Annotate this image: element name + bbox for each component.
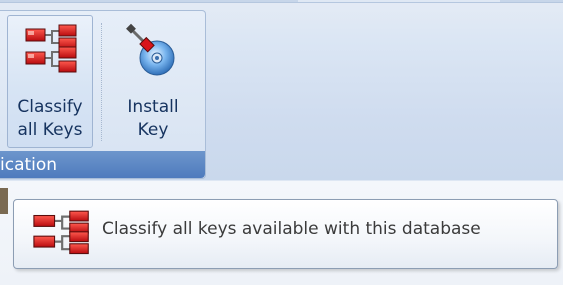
- install-button-label-line1: Install: [127, 97, 179, 117]
- install-key-icon: [126, 23, 175, 76]
- classify-button-label-line2: all Keys: [17, 120, 83, 140]
- classify-keys-icon: [33, 210, 89, 255]
- classify-keys-icon: [25, 24, 77, 73]
- background-edge: [0, 188, 8, 214]
- group-caption-label: ication: [0, 155, 58, 175]
- classify-all-keys-button[interactable]: Classify all Keys: [7, 15, 93, 148]
- classify-button-label-line1: Classify: [17, 97, 83, 117]
- tooltip-text: Classify all keys available with this da…: [102, 219, 481, 239]
- install-key-button[interactable]: Install Key: [110, 15, 196, 148]
- tooltip: Classify all keys available with this da…: [13, 199, 558, 269]
- button-separator: [101, 23, 102, 141]
- install-button-label-line2: Key: [137, 120, 169, 140]
- ribbon-top-border: [0, 0, 563, 3]
- ribbon-group-caption: ication: [0, 151, 205, 178]
- ribbon-group-classification: Classify all Keys Install Key ication: [0, 10, 206, 179]
